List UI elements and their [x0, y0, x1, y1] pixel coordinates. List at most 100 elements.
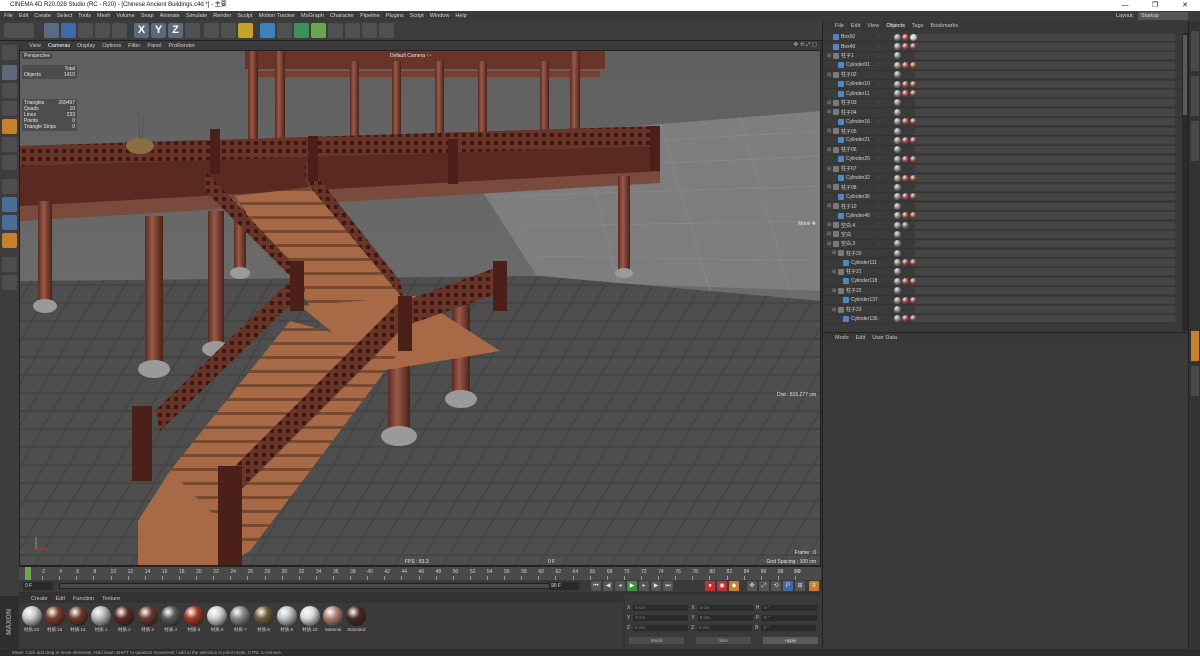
floor-icon[interactable] [345, 23, 360, 38]
material-tag-icon[interactable] [902, 80, 909, 88]
menu-character[interactable]: Character [330, 13, 354, 19]
object-name[interactable]: 柱子20 [846, 250, 891, 257]
material-swatch[interactable]: 材质.7 [230, 606, 251, 633]
menu-tools[interactable]: Tools [78, 13, 91, 19]
viewport-menu-filter[interactable]: Filter [128, 43, 140, 49]
visibility-dots-icon[interactable]: ⁚ [879, 297, 882, 303]
polygons-mode-icon[interactable] [2, 155, 17, 170]
attributes-menu-user-data[interactable]: User Data [872, 335, 897, 341]
locked-workplane-icon[interactable] [2, 275, 17, 290]
material-tag-icon[interactable] [910, 33, 917, 41]
visibility-dots-icon[interactable]: ⁚ [879, 34, 882, 40]
object-row[interactable]: Box49 ⁚ [823, 42, 1183, 52]
menu-volume[interactable]: Volume [116, 13, 134, 19]
material-tag-icon[interactable] [902, 136, 909, 144]
object-row[interactable]: ⊞ 柱子08 ⁚ [823, 183, 1183, 193]
material-tag-icon[interactable] [910, 193, 917, 201]
object-row[interactable]: ⊞ 柱子20 ⁚ [823, 249, 1183, 259]
object-row[interactable]: Cylinder36 ⁚ [823, 193, 1183, 203]
deformer-icon[interactable] [328, 23, 343, 38]
material-menu-texture[interactable]: Texture [102, 596, 120, 602]
menu-select[interactable]: Select [57, 13, 72, 19]
enable-axis-icon[interactable] [2, 179, 17, 194]
rotate-tool-icon[interactable] [95, 23, 110, 38]
visibility-dots-icon[interactable]: ⁚ [879, 147, 882, 153]
material-swatch[interactable]: Material [323, 606, 344, 632]
menu-create[interactable]: Create [34, 13, 51, 19]
undo-icon[interactable] [4, 23, 34, 38]
tab-attributes[interactable] [1191, 331, 1199, 361]
render-view-icon[interactable] [204, 23, 219, 38]
visibility-dots-icon[interactable]: ⁚ [879, 81, 882, 87]
viewport-menu-cameras[interactable]: Cameras [48, 43, 70, 49]
visibility-dots-icon[interactable]: ⁚ [879, 91, 882, 97]
object-row[interactable]: ⊞ 空白 ⁚ [823, 230, 1183, 240]
tab-layers[interactable] [1191, 366, 1199, 396]
material-tag-icon[interactable] [902, 212, 909, 220]
material-tag-icon[interactable] [910, 61, 917, 69]
attributes-menu-edit[interactable]: Edit [856, 335, 865, 341]
timeline-ruler[interactable]: 0246810121416182022242628303234363840424… [25, 567, 815, 581]
tab-takes[interactable] [1191, 76, 1199, 116]
viewport-menu-view[interactable]: View [29, 43, 41, 49]
visibility-dots-icon[interactable]: ⁚ [879, 109, 882, 115]
visibility-dots-icon[interactable]: ⁚ [879, 213, 882, 219]
object-name[interactable]: Cylinder118 [851, 278, 896, 284]
material-tag-icon[interactable] [894, 287, 901, 295]
material-tag-icon[interactable] [902, 259, 909, 267]
object-name[interactable]: 柱子22 [846, 287, 891, 294]
material-tag-icon[interactable] [894, 240, 901, 248]
material-tag-icon[interactable] [894, 127, 901, 135]
apply-button[interactable]: Apply [763, 637, 818, 644]
material-swatch[interactable]: 材质.3 [137, 606, 158, 633]
size-z-field[interactable]: 0 cm [697, 625, 753, 631]
material-tag-icon[interactable] [894, 136, 901, 144]
material-menu-create[interactable]: Create [31, 596, 48, 602]
object-row[interactable]: ⊞ 空白.4 ⁚ [823, 221, 1183, 231]
material-tag-icon[interactable] [894, 146, 901, 154]
spline-pen-icon[interactable] [277, 23, 292, 38]
visibility-dots-icon[interactable]: ⁚ [879, 316, 882, 322]
material-tag-icon[interactable] [894, 52, 901, 60]
material-tag-icon[interactable] [894, 249, 901, 257]
menu-simulate[interactable]: Simulate [186, 13, 207, 19]
workplane-icon[interactable] [2, 233, 17, 248]
visibility-dots-icon[interactable]: ⁚ [879, 128, 882, 134]
object-row[interactable]: Cylinder26 ⁚ [823, 155, 1183, 165]
objects-menu-objects[interactable]: Objects [886, 23, 905, 29]
material-tag-icon[interactable] [902, 118, 909, 126]
visibility-dots-icon[interactable]: ⁚ [879, 307, 882, 313]
object-row[interactable]: Cylinder32 ⁚ [823, 174, 1183, 184]
objects-menu-bookmarks[interactable]: Bookmarks [930, 23, 958, 29]
live-selection-icon[interactable] [44, 23, 59, 38]
material-tag-icon[interactable] [894, 315, 901, 323]
timeline-settings-icon[interactable]: ≡ [809, 581, 819, 591]
menu-plugins[interactable]: Plugins [386, 13, 404, 19]
tweak-mode-icon[interactable] [2, 197, 17, 212]
material-tag-icon[interactable] [902, 155, 909, 163]
object-name[interactable]: Cylinder21 [846, 137, 891, 143]
material-tag-icon[interactable] [910, 136, 917, 144]
visibility-dots-icon[interactable]: ⁚ [879, 278, 882, 284]
rotation-p-field[interactable]: 0 ° [762, 615, 818, 621]
material-tag-icon[interactable] [894, 80, 901, 88]
material-tag-icon[interactable] [894, 165, 901, 173]
menu-help[interactable]: Help [455, 13, 466, 19]
size-y-field[interactable]: 0 cm [697, 615, 753, 621]
attributes-menu-mode[interactable]: Mode [835, 335, 849, 341]
visibility-dots-icon[interactable]: ⁚ [879, 260, 882, 266]
viewport-menu-display[interactable]: Display [77, 43, 95, 49]
rotation-h-field[interactable]: 0 ° [762, 605, 818, 611]
object-name[interactable]: Cylinder01 [846, 62, 891, 68]
object-row[interactable]: Cylinder111 ⁚ [823, 258, 1183, 268]
visibility-dots-icon[interactable]: ⁚ [879, 156, 882, 162]
viewport-menu-panel[interactable]: Panel [147, 43, 161, 49]
scale-tool-icon[interactable] [78, 23, 93, 38]
object-row[interactable]: ⊞ 空白.3 ⁚ [823, 240, 1183, 249]
material-swatch[interactable]: 材质.10 [299, 606, 320, 633]
object-row[interactable]: Cylinder16 ⁚ [823, 118, 1183, 127]
render-picture-viewer-icon[interactable] [221, 23, 236, 38]
next-frame-icon[interactable]: ▸ [639, 581, 649, 591]
visibility-dots-icon[interactable]: ⁚ [879, 269, 882, 275]
material-tag-icon[interactable] [910, 155, 917, 163]
